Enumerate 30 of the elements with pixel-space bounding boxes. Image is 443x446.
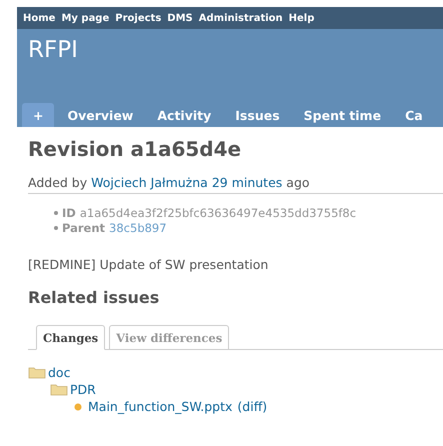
project-tab[interactable]: Ca [394, 103, 434, 127]
detail-label: ID [62, 206, 76, 220]
top-menu-link[interactable]: DMS [167, 12, 193, 24]
project-tab[interactable]: Activity [146, 103, 222, 127]
file-link[interactable]: Main_function_SW.pptx [88, 398, 232, 415]
top-menu-link[interactable]: Administration [198, 12, 283, 24]
folder-link[interactable]: doc [48, 364, 70, 381]
folder-icon [50, 383, 68, 396]
bullet [54, 211, 58, 215]
commit-message: [REDMINE] Update of SW presentation [28, 257, 270, 272]
detail-label: Parent [62, 221, 106, 235]
detail-value: a1a65d4ea3f2f25bfc63636497e4535dd3755f8c [80, 206, 356, 220]
top-menu-link[interactable]: Help [288, 12, 314, 24]
bullet [54, 226, 58, 230]
top-menu-link[interactable]: Projects [115, 12, 162, 24]
folder-link[interactable]: PDR [70, 381, 96, 398]
revision-heading: Revision a1a65d4e [28, 137, 242, 161]
related-issues-heading: Related issues [28, 288, 160, 307]
project-title: RFPI [28, 37, 79, 63]
diff-link[interactable]: (diff) [237, 398, 268, 415]
top-menu-link[interactable]: Home [23, 12, 56, 24]
top-menu-link[interactable]: My page [61, 12, 110, 24]
project-tab[interactable]: Overview [56, 103, 144, 127]
added-by-line: Added by Wojciech Jałmużna 29 minutes ago [28, 175, 443, 194]
time-link[interactable]: 29 minutes [212, 175, 282, 190]
changes-tab[interactable]: Changes [36, 325, 106, 350]
author-link[interactable]: Wojciech Jałmużna [91, 175, 208, 190]
project-tab[interactable]: Issues [224, 103, 291, 127]
folder-icon [28, 366, 46, 379]
project-tab[interactable]: Spent time [292, 103, 392, 127]
